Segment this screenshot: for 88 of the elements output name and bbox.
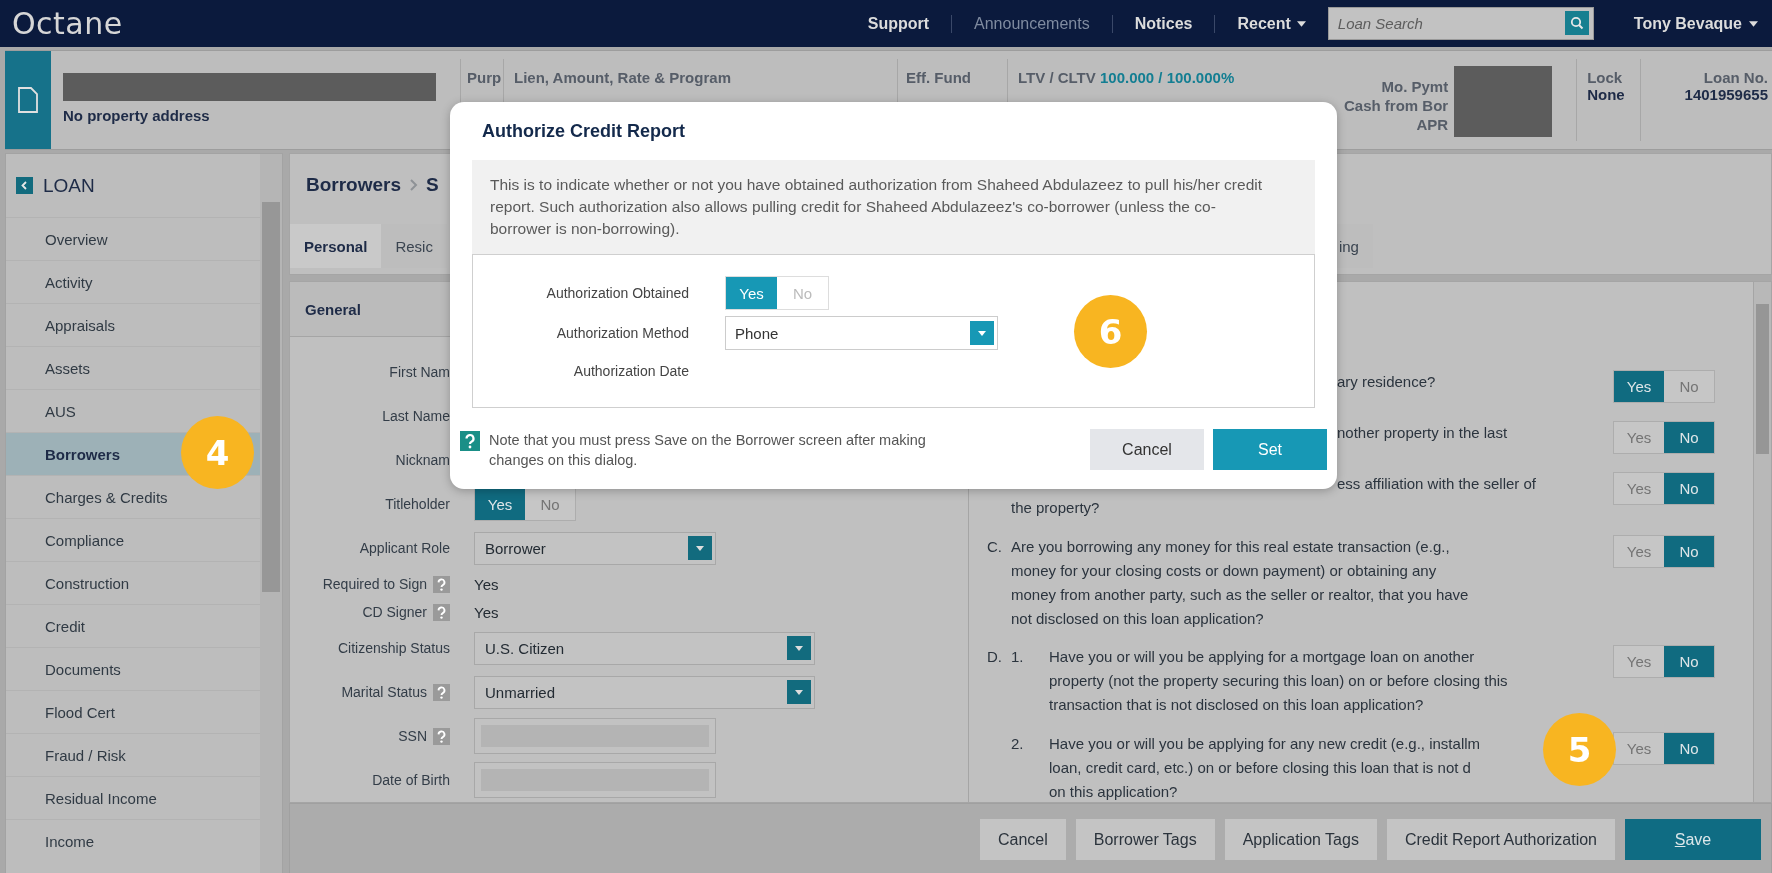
question-number: 1. xyxy=(1011,648,1024,665)
select-field[interactable]: Borrower xyxy=(474,531,716,565)
field-label: Authorization Method xyxy=(555,325,689,341)
section-title: General xyxy=(305,300,361,318)
help-icon[interactable] xyxy=(433,603,450,621)
property-address: No property address xyxy=(63,107,211,124)
column-label: Purp xyxy=(467,69,502,86)
question-text: ary residence? xyxy=(1337,372,1436,392)
question-text: Have you or will you be applying for any new credit (e.g., installm loan, credit card, etc.) on or before closing this loan that is not d on this application? xyxy=(1049,733,1481,802)
column-label: Lock xyxy=(1587,69,1624,86)
question-text: Are you borrowing any money for this real estate transaction (e.g., money for your closing costs or down payment) or obtaining any money from another party, such as the seller or realtor, that you have not disclosed on this loan application? xyxy=(1011,537,1469,629)
toggle-option[interactable]: No xyxy=(1664,646,1714,677)
help-icon[interactable] xyxy=(460,431,480,451)
field-label: Required to Sign xyxy=(322,576,427,592)
document-icon xyxy=(18,87,38,113)
scrollbar[interactable] xyxy=(1754,281,1772,803)
column-label: Cash from Bor xyxy=(1344,96,1449,115)
toggle-option[interactable]: Yes xyxy=(475,488,525,520)
dialog-button[interactable]: Set xyxy=(1213,429,1327,470)
field-label: Nicknam xyxy=(395,452,450,468)
step-tooltip: 6 xyxy=(1074,295,1147,368)
toggle-option[interactable]: No xyxy=(1664,473,1714,504)
caret-icon xyxy=(1296,20,1306,27)
breadcrumb-link[interactable]: Borrowers xyxy=(306,174,402,196)
back-icon[interactable] xyxy=(16,177,33,194)
field-label: SSN xyxy=(398,728,427,744)
select-field[interactable]: U.S. Citizen xyxy=(474,631,815,665)
select-field[interactable]: Unmarried xyxy=(474,675,815,709)
field-value: Yes xyxy=(474,603,499,621)
question-letter: C. xyxy=(987,538,1002,555)
question-number: 2. xyxy=(1011,734,1024,752)
user-menu[interactable]: Tony Bevaque xyxy=(1633,14,1758,33)
dialog-button[interactable]: Cancel xyxy=(1090,429,1204,470)
input-field[interactable] xyxy=(474,718,716,754)
breadcrumb-item[interactable]: S xyxy=(426,174,439,196)
help-icon[interactable] xyxy=(433,575,450,593)
footer-button[interactable]: Credit Report Authorization xyxy=(1386,819,1615,860)
caret-icon xyxy=(1749,20,1758,27)
nav-link[interactable]: Support xyxy=(845,14,952,33)
sidebar-title: LOAN xyxy=(43,174,95,197)
toggle-option[interactable]: Yes xyxy=(1614,371,1664,402)
field-label: Date of Birth xyxy=(372,772,450,788)
column-label: APR xyxy=(1416,115,1449,134)
field-label: First Nam xyxy=(389,364,450,380)
search-icon[interactable] xyxy=(1564,11,1589,35)
field-label: Authorization Obtained xyxy=(545,285,689,301)
column-label: Loan No. xyxy=(1702,69,1768,86)
info-text: This is to indicate whether or not you have obtained authorization from Shaheed Abdulazeez to pull his/her credit report. Such authorization also allows pulling credit for Shaheed Abdulazeez's co-borrower (unless the co-borrower is non-borrowing). xyxy=(472,160,1315,254)
note-text: Note that you must press Save on the Borrower screen after making changes on this dialog. xyxy=(489,430,927,470)
question-text: Have you or will you be applying for a mortgage loan on another property (not the property securing this loan) on or before closing this transaction that is not disclosed on this loan application? xyxy=(1049,647,1508,715)
field-label: Authorization Date xyxy=(572,363,689,379)
select-field[interactable]: Phone xyxy=(725,316,998,350)
loan-number: 1401959655 xyxy=(1683,86,1768,103)
column-label: Mo. Pymt xyxy=(1381,77,1449,96)
footer-button[interactable]: Borrower Tags xyxy=(1075,819,1215,860)
nav-link[interactable]: Recent xyxy=(1214,14,1328,33)
field-label: CD Signer xyxy=(362,604,427,620)
chevron-icon xyxy=(409,178,419,192)
dialog-title: Authorize Credit Report xyxy=(482,120,685,142)
search-field[interactable]: Loan Search xyxy=(1327,7,1594,40)
field-label: Citizenship Status xyxy=(337,640,450,656)
column-label: Lien, Amount, Rate & Program xyxy=(514,69,731,86)
question-text: ess affiliation with the seller of the property? xyxy=(1011,474,1536,518)
field-label: Marital Status xyxy=(341,684,427,700)
lock-value: None xyxy=(1587,86,1626,103)
column-label: Eff. Fund xyxy=(906,69,971,86)
toggle-option[interactable]: Yes xyxy=(726,277,777,309)
toggle-option[interactable]: No xyxy=(1664,732,1714,764)
help-icon[interactable] xyxy=(433,683,450,701)
toggle-option[interactable]: No xyxy=(1664,536,1714,567)
tab[interactable]: Personal xyxy=(290,224,382,268)
footer-button[interactable]: Save xyxy=(1625,819,1761,860)
question-letter: D. xyxy=(987,648,1002,665)
footer-button[interactable]: Application Tags xyxy=(1224,819,1377,860)
scrollbar-thumb[interactable] xyxy=(262,202,280,592)
column-label: LTV / CLTV xyxy=(1018,69,1096,86)
question-text: nother property in the last xyxy=(1337,423,1508,443)
field-label: Applicant Role xyxy=(359,540,450,556)
field-label: Titleholder xyxy=(385,496,450,512)
footer-button[interactable]: Cancel xyxy=(980,819,1066,860)
field-label: Last Name xyxy=(382,408,450,424)
input-field[interactable] xyxy=(474,762,716,798)
field-value: Yes xyxy=(474,575,499,593)
toggle-option[interactable]: No xyxy=(1664,422,1714,453)
logo[interactable]: Octane xyxy=(12,6,123,41)
help-icon[interactable] xyxy=(433,727,450,745)
nav-link[interactable]: Notices xyxy=(1111,14,1215,33)
ltv-value: 100.000 / 100.000% xyxy=(1099,69,1235,86)
